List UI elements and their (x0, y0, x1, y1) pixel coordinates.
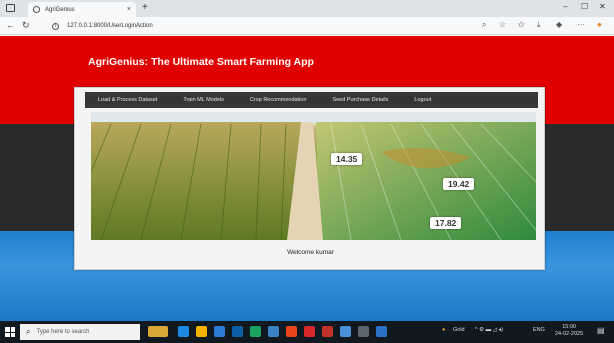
widgets-icon[interactable] (148, 326, 168, 337)
nav-menu: Load & Process Dataset Train ML Models C… (85, 92, 538, 108)
system-tray-icons[interactable]: ^ ⚙ ▬ ◿ ◂) (475, 327, 503, 333)
clock-date: 24-02-2025 (555, 331, 584, 337)
extension-icon[interactable]: ◆ (556, 20, 562, 29)
favorites-icon[interactable]: ✩ (518, 20, 525, 29)
web-page: AgriGenius: The Ultimate Smart Farming A… (0, 36, 614, 321)
tab-strip: AgriGenius × + – ☐ ✕ (0, 0, 614, 17)
word-icon[interactable] (376, 326, 387, 337)
weather-icon[interactable]: ● (442, 327, 445, 333)
menu-seed-purchase[interactable]: Seed Purchase Details (319, 97, 401, 103)
favorite-star-icon[interactable]: ☆ (499, 20, 506, 29)
menu-crop-recommendation[interactable]: Crop Recommendation (237, 97, 320, 103)
edge-browser-icon[interactable] (214, 326, 225, 337)
tab-close-icon[interactable]: × (127, 6, 131, 13)
search-placeholder: Type here to search (36, 329, 90, 335)
chrome-icon[interactable] (286, 326, 297, 337)
menu-train-models[interactable]: Train ML Models (170, 97, 237, 103)
app-icon[interactable] (268, 326, 279, 337)
back-icon[interactable]: ← (6, 20, 15, 30)
clock-time: 15:00 (562, 324, 576, 330)
file-explorer-icon[interactable] (196, 326, 207, 337)
sensor-value-label: 19.42 (443, 178, 475, 190)
field-illustration (91, 112, 536, 240)
sensor-value-label: 14.35 (331, 153, 363, 165)
notification-icon[interactable]: ▤ (597, 326, 605, 335)
maximize-button[interactable]: ☐ (581, 2, 588, 11)
welcome-message: Welcome kumar (287, 249, 334, 256)
refresh-icon[interactable]: ↻ (22, 20, 30, 31)
address-toolbar: ← ↻ i 127.0.0.1:8000/UserLoginAction ⌕ ☆… (0, 17, 614, 35)
info-icon[interactable]: i (52, 22, 59, 30)
weather-text[interactable]: Gold (453, 327, 465, 333)
url-text[interactable]: 127.0.0.1:8000/UserLoginAction (67, 23, 153, 29)
terminal-icon[interactable] (358, 326, 369, 337)
more-menu-icon[interactable]: ··· (577, 20, 585, 29)
app-icon[interactable] (322, 326, 333, 337)
window-icon[interactable] (6, 4, 15, 12)
search-icon[interactable]: ⌕ (482, 20, 486, 30)
globe-icon (33, 6, 40, 13)
main-card: Load & Process Dataset Train ML Models C… (74, 87, 545, 270)
tab-title: AgriGenius (45, 6, 75, 13)
profile-icon[interactable]: ● (597, 20, 602, 29)
menu-logout[interactable]: Logout (401, 97, 444, 103)
app-icon[interactable] (340, 326, 351, 337)
browser-window: AgriGenius × + – ☐ ✕ ← ↻ i 127.0.0.1:800… (0, 0, 614, 343)
app-title: AgriGenius: The Ultimate Smart Farming A… (88, 56, 314, 68)
close-window-button[interactable]: ✕ (599, 2, 606, 11)
store-icon[interactable] (232, 326, 243, 337)
menu-load-dataset[interactable]: Load & Process Dataset (85, 97, 170, 103)
app-icon[interactable] (250, 326, 261, 337)
address-bar[interactable]: i 127.0.0.1:8000/UserLoginAction (52, 20, 422, 32)
start-icon[interactable] (5, 327, 15, 337)
browser-tab[interactable]: AgriGenius × (28, 2, 136, 17)
clock[interactable]: 15:00 24-02-2025 (555, 324, 583, 338)
language-indicator[interactable]: ENG (533, 327, 545, 333)
sensor-value-label: 17.82 (430, 217, 462, 229)
pdf-icon[interactable] (304, 326, 315, 337)
windows-taskbar: ⌕ Type here to search ● Gold ^ ⚙ ▬ ◿ ◂) … (0, 321, 614, 343)
smart-farm-banner-image: 14.35 19.42 17.82 (91, 112, 536, 240)
search-icon: ⌕ (26, 327, 31, 336)
minimize-button[interactable]: – (563, 2, 567, 11)
new-tab-button[interactable]: + (142, 2, 148, 13)
taskbar-search[interactable]: ⌕ Type here to search (20, 324, 140, 340)
edge-icon[interactable] (178, 326, 189, 337)
download-icon[interactable]: ⤓ (537, 20, 541, 30)
